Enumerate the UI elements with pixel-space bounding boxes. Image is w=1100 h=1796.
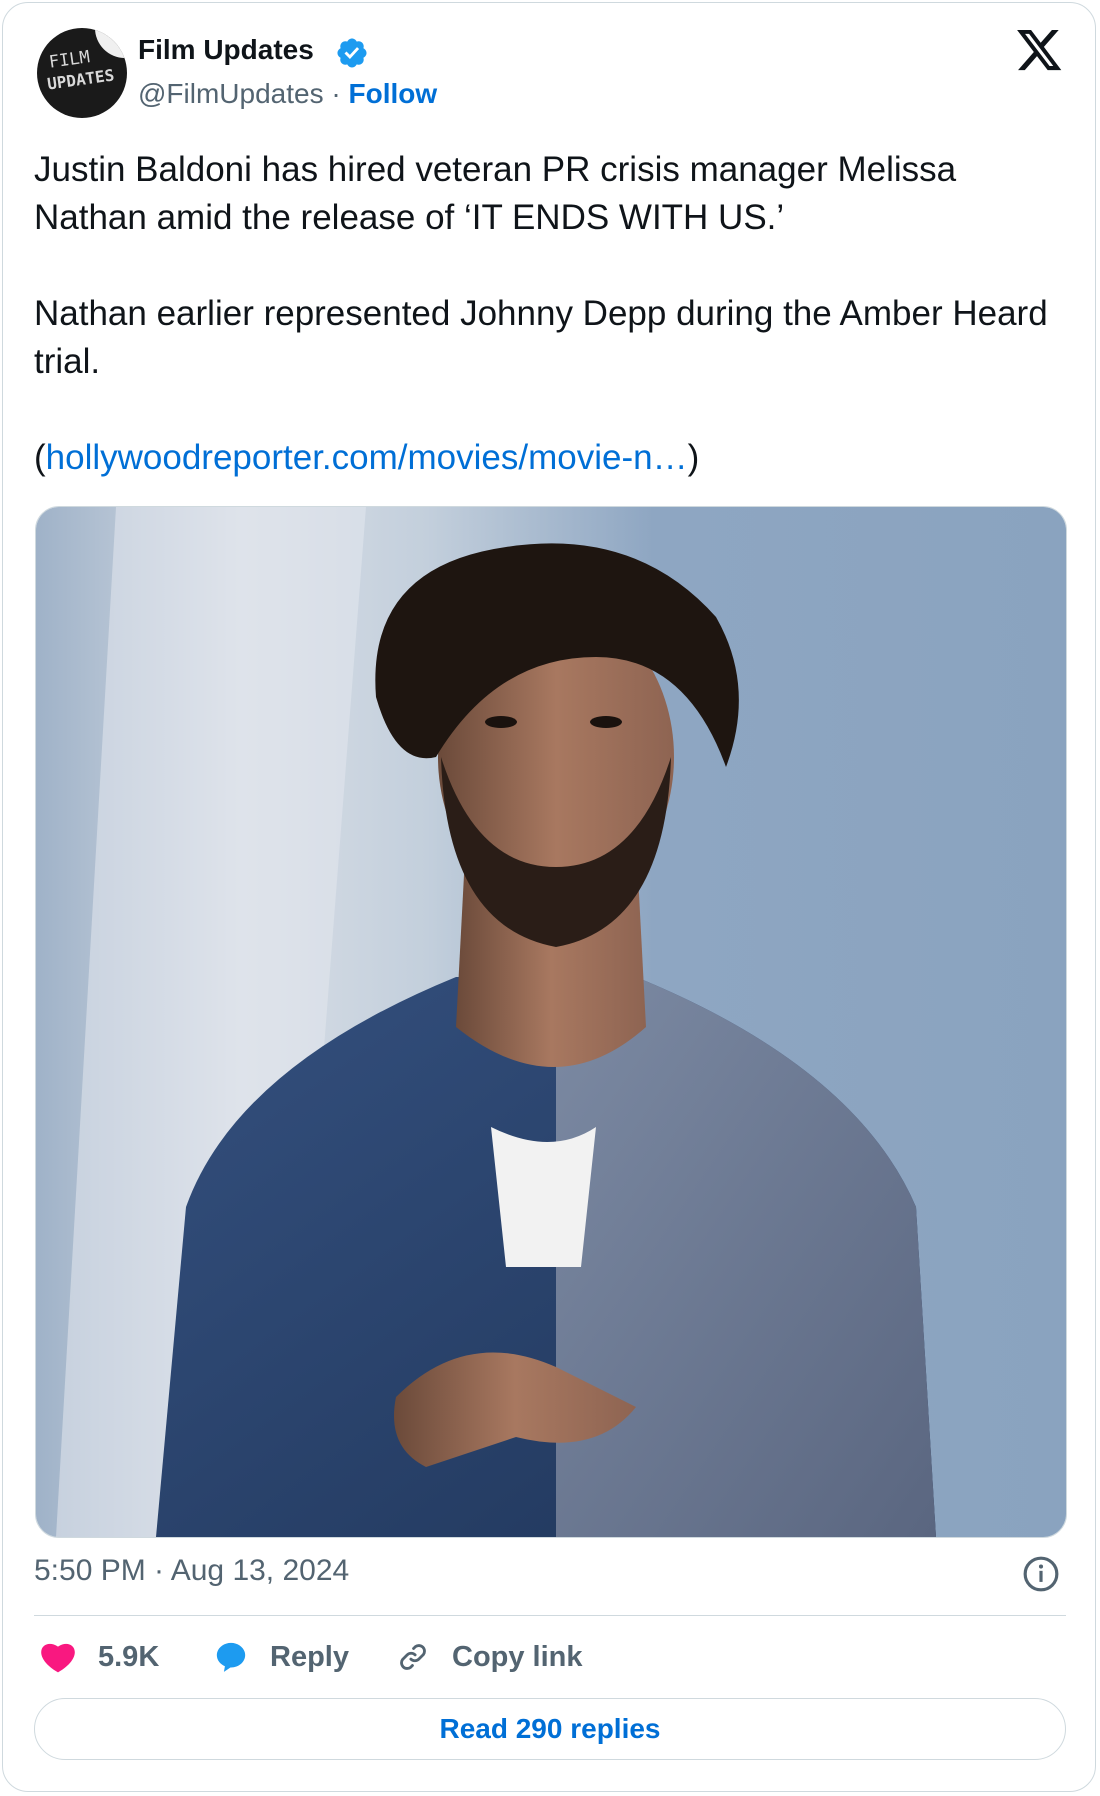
tweet-paragraph-2: Nathan earlier represented Johnny Depp d…	[34, 294, 1048, 381]
article-link[interactable]: hollywoodreporter.com/movies/movie-n…	[46, 438, 688, 477]
link-open-paren: (	[34, 438, 46, 477]
x-logo-icon[interactable]	[1017, 30, 1063, 72]
like-button[interactable]: 5.9K	[40, 1636, 159, 1678]
link-close-paren: )	[687, 438, 700, 477]
info-icon[interactable]	[1022, 1555, 1060, 1593]
tweet-timestamp[interactable]: 5:50 PM · Aug 13, 2024	[34, 1554, 349, 1588]
author-handle-row: @FilmUpdates · Follow	[138, 78, 437, 110]
speech-bubble-icon	[216, 1642, 246, 1672]
avatar-peel-decoration	[95, 28, 125, 58]
tweet-text: Justin Baldoni has hired veteran PR cris…	[34, 146, 1074, 482]
tweet-paragraph-1: Justin Baldoni has hired veteran PR cris…	[34, 150, 957, 237]
read-replies-button[interactable]: Read 290 replies	[34, 1698, 1066, 1760]
tweet-link-line: (hollywoodreporter.com/movies/movie-n…)	[34, 434, 1074, 482]
tweet-photo[interactable]	[35, 506, 1067, 1538]
verified-badge-icon	[337, 38, 367, 68]
author-name[interactable]: Film Updates	[138, 34, 314, 66]
copy-link-label: Copy link	[452, 1640, 583, 1673]
avatar[interactable]: FILM UPDATES	[37, 28, 127, 118]
handle-separator: ·	[323, 78, 349, 109]
author-handle[interactable]: @FilmUpdates	[138, 78, 324, 109]
reply-button[interactable]: Reply	[214, 1636, 349, 1678]
heart-icon	[41, 1643, 75, 1673]
copy-link-button[interactable]: Copy link	[396, 1636, 583, 1678]
divider	[34, 1615, 1066, 1616]
portrait-photo	[36, 507, 1066, 1537]
like-count: 5.9K	[98, 1640, 160, 1673]
link-icon	[400, 1644, 426, 1670]
read-replies-label: Read 290 replies	[439, 1713, 661, 1744]
follow-button[interactable]: Follow	[348, 78, 437, 109]
reply-label: Reply	[270, 1640, 349, 1673]
